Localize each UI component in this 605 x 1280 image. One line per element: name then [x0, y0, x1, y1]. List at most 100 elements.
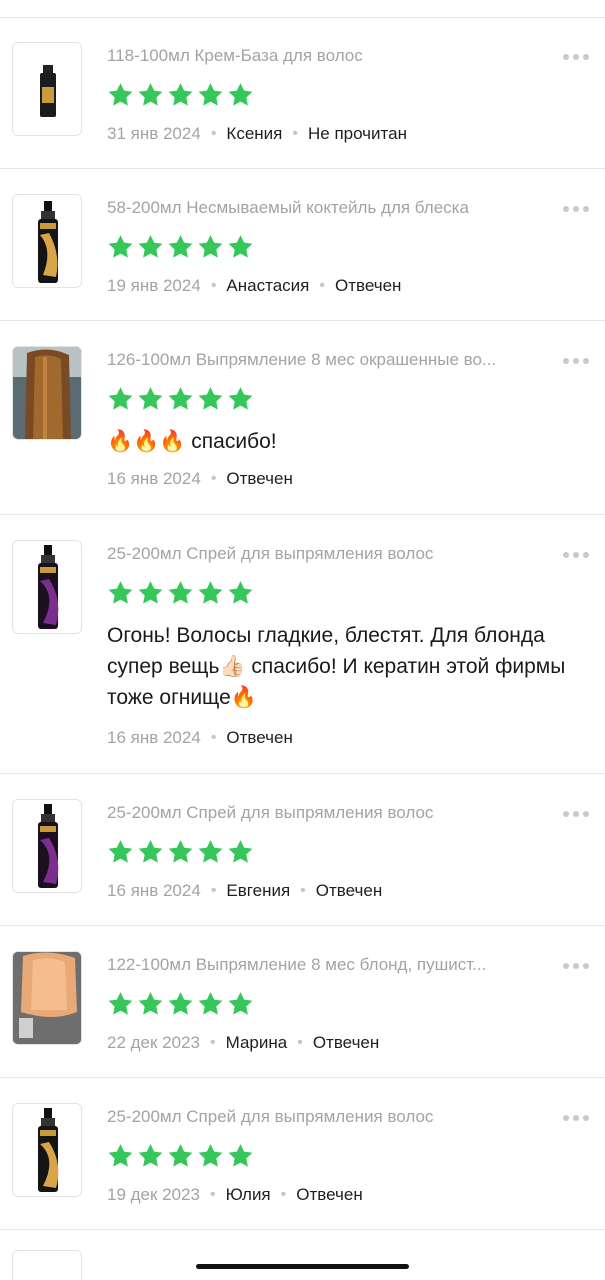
separator-dot: •: [210, 277, 217, 294]
product-thumbnail[interactable]: [12, 540, 82, 634]
star-icon: [168, 387, 193, 410]
separator-dot: •: [280, 1186, 287, 1203]
separator-dot: •: [292, 125, 298, 142]
review-date: 16 янв 2024: [107, 881, 201, 900]
review-meta: 19 янв 2024 • Анастасия • Отвечен: [107, 276, 401, 296]
review-status: Отвечен: [334, 276, 402, 295]
star-icon: [228, 1144, 253, 1167]
review-card[interactable]: 58-200мл Несмываемый коктейль для блеска…: [0, 170, 605, 321]
star-icon: [168, 992, 193, 1015]
more-options-icon[interactable]: [563, 358, 589, 364]
star-icon: [168, 235, 193, 258]
star-icon: [198, 235, 223, 258]
rating-stars: [106, 385, 255, 413]
review-status: Отвечен: [296, 1185, 363, 1204]
review-date: 16 янв 2024: [107, 469, 201, 488]
bottle-icon: [40, 65, 56, 117]
review-photo-thumbnail[interactable]: [12, 951, 82, 1045]
separator-dot: •: [210, 125, 217, 142]
review-status: Отвечен: [226, 469, 293, 488]
star-icon: [228, 840, 253, 863]
review-meta: 16 янв 2024 • Отвечен: [107, 728, 293, 748]
rating-stars: [106, 1142, 255, 1170]
review-date: 19 дек 2023: [107, 1185, 200, 1204]
review-author: Ксения: [226, 124, 283, 143]
star-icon: [108, 387, 133, 410]
product-thumbnail[interactable]: [12, 42, 82, 136]
star-icon: [108, 83, 133, 106]
star-icon: [228, 581, 253, 604]
more-options-icon[interactable]: [563, 811, 589, 817]
more-options-icon[interactable]: [563, 54, 589, 60]
rating-stars: [106, 579, 255, 607]
star-icon: [138, 83, 163, 106]
product-title[interactable]: 118-100мл Крем-База для волос: [107, 46, 547, 66]
review-card[interactable]: 25-200мл Спрей для выпрямления волос Ого…: [0, 516, 605, 774]
star-icon: [198, 992, 223, 1015]
separator-dot: •: [210, 470, 217, 487]
star-icon: [108, 1144, 133, 1167]
review-meta: 22 дек 2023 • Марина • Отвечен: [107, 1033, 379, 1053]
star-icon: [228, 387, 253, 410]
more-options-icon[interactable]: [563, 1115, 589, 1121]
rating-stars: [106, 990, 255, 1018]
review-status: Отвечен: [315, 881, 383, 900]
product-title[interactable]: 25-200мл Спрей для выпрямления волос: [107, 544, 547, 564]
review-card[interactable]: 25-200мл Спрей для выпрямления волос 16 …: [0, 775, 605, 926]
review-status: Отвечен: [312, 1033, 380, 1052]
more-options-icon[interactable]: [563, 552, 589, 558]
bottle-icon: [38, 1108, 59, 1192]
product-title[interactable]: 58-200мл Несмываемый коктейль для блеска: [107, 198, 547, 218]
review-card[interactable]: 126-100мл Выпрямление 8 мес окрашенные в…: [0, 322, 605, 515]
review-author: Юлия: [225, 1185, 271, 1204]
star-icon: [198, 840, 223, 863]
review-meta: 16 янв 2024 • Отвечен: [107, 469, 293, 489]
star-icon: [198, 1144, 223, 1167]
star-icon: [108, 840, 133, 863]
star-icon: [168, 581, 193, 604]
separator-dot: •: [297, 1034, 303, 1051]
review-card[interactable]: 122-100мл Выпрямление 8 мес блонд, пушис…: [0, 927, 605, 1078]
star-icon: [168, 840, 193, 863]
product-thumbnail[interactable]: [12, 194, 82, 288]
product-title[interactable]: 25-200мл Спрей для выпрямления волос: [107, 803, 547, 823]
product-thumbnail[interactable]: [12, 1103, 82, 1197]
review-card[interactable]: 118-100мл Крем-База для волос 31 янв 202…: [0, 18, 605, 169]
separator-dot: •: [210, 1186, 216, 1203]
more-options-icon[interactable]: [563, 206, 589, 212]
star-icon: [138, 581, 163, 604]
star-icon: [198, 581, 223, 604]
rating-stars: [106, 81, 255, 109]
separator-dot: •: [210, 882, 217, 899]
previous-review-card-edge: [0, 0, 605, 18]
home-indicator[interactable]: [196, 1264, 409, 1269]
review-date: 16 янв 2024: [107, 728, 201, 747]
review-text: Огонь! Волосы гладкие, блестят. Для блон…: [107, 624, 566, 709]
star-icon: [168, 1144, 193, 1167]
review-meta: 31 янв 2024 • Ксения • Не прочитан: [107, 124, 407, 144]
product-thumbnail[interactable]: [12, 799, 82, 893]
star-icon: [138, 992, 163, 1015]
star-icon: [138, 235, 163, 258]
star-icon: [108, 992, 133, 1015]
hair-photo-icon: [13, 952, 81, 1044]
review-author: Марина: [225, 1033, 288, 1052]
separator-dot: •: [319, 277, 325, 294]
separator-dot: •: [300, 882, 306, 899]
star-icon: [228, 235, 253, 258]
review-status: Не прочитан: [307, 124, 407, 143]
review-date: 31 янв 2024: [107, 124, 201, 143]
star-icon: [138, 840, 163, 863]
star-icon: [228, 83, 253, 106]
review-date: 22 дек 2023: [107, 1033, 200, 1052]
star-icon: [198, 83, 223, 106]
product-title[interactable]: 25-200мл Спрей для выпрямления волос: [107, 1107, 547, 1127]
review-photo-thumbnail[interactable]: [12, 346, 82, 440]
next-product-thumbnail[interactable]: [12, 1250, 82, 1280]
review-date: 19 янв 2024: [107, 276, 201, 295]
review-card[interactable]: 25-200мл Спрей для выпрямления волос 19 …: [0, 1079, 605, 1230]
star-icon: [138, 387, 163, 410]
product-title[interactable]: 122-100мл Выпрямление 8 мес блонд, пушис…: [107, 955, 547, 975]
product-title[interactable]: 126-100мл Выпрямление 8 мес окрашенные в…: [107, 350, 547, 370]
more-options-icon[interactable]: [563, 963, 589, 969]
